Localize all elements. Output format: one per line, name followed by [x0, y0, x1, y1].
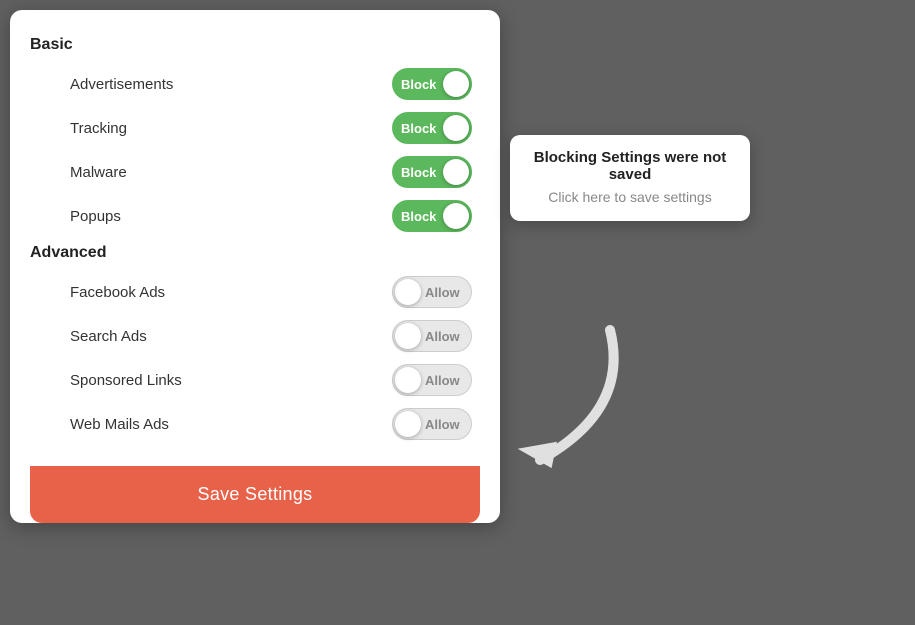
save-settings-button[interactable]: Save Settings: [30, 466, 480, 523]
sponsored-links-toggle-knob: [395, 367, 421, 393]
notification-subtitle: Click here to save settings: [528, 189, 732, 205]
advertisements-label: Advertisements: [70, 76, 173, 93]
advanced-section-title: Advanced: [30, 244, 480, 262]
popups-row: Popups Block: [30, 194, 480, 238]
facebook-ads-toggle[interactable]: Allow: [392, 276, 472, 308]
advertisements-toggle[interactable]: Block: [392, 68, 472, 100]
facebook-ads-label: Facebook Ads: [70, 284, 165, 301]
web-mails-ads-row: Web Mails Ads Allow: [30, 402, 480, 446]
search-ads-row: Search Ads Allow: [30, 314, 480, 358]
settings-panel: Basic Advertisements Block Tracking Bloc…: [10, 10, 500, 523]
search-ads-toggle[interactable]: Allow: [392, 320, 472, 352]
malware-toggle[interactable]: Block: [392, 156, 472, 188]
facebook-ads-toggle-knob: [395, 279, 421, 305]
basic-section-title: Basic: [30, 36, 480, 54]
arrow-container: [470, 290, 670, 490]
malware-toggle-knob: [443, 159, 469, 185]
popups-label: Popups: [70, 208, 121, 225]
search-ads-label: Search Ads: [70, 328, 147, 345]
tracking-row: Tracking Block: [30, 106, 480, 150]
popups-toggle-label: Block: [393, 209, 440, 224]
advertisements-toggle-knob: [443, 71, 469, 97]
popups-toggle-knob: [443, 203, 469, 229]
tracking-toggle-label: Block: [393, 121, 440, 136]
malware-label: Malware: [70, 164, 127, 181]
sponsored-links-label: Sponsored Links: [70, 372, 182, 389]
sponsored-links-toggle[interactable]: Allow: [392, 364, 472, 396]
curved-arrow-icon: [470, 290, 670, 490]
malware-row: Malware Block: [30, 150, 480, 194]
facebook-ads-row: Facebook Ads Allow: [30, 270, 480, 314]
popups-toggle[interactable]: Block: [392, 200, 472, 232]
notification-title: Blocking Settings were not saved: [528, 149, 732, 183]
search-ads-toggle-knob: [395, 323, 421, 349]
advertisements-toggle-label: Block: [393, 77, 440, 92]
advertisements-row: Advertisements Block: [30, 62, 480, 106]
tracking-label: Tracking: [70, 120, 127, 137]
web-mails-ads-toggle-knob: [395, 411, 421, 437]
malware-toggle-label: Block: [393, 165, 440, 180]
web-mails-ads-toggle[interactable]: Allow: [392, 408, 472, 440]
notification-box[interactable]: Blocking Settings were not saved Click h…: [510, 135, 750, 221]
sponsored-links-row: Sponsored Links Allow: [30, 358, 480, 402]
tracking-toggle[interactable]: Block: [392, 112, 472, 144]
tracking-toggle-knob: [443, 115, 469, 141]
web-mails-ads-label: Web Mails Ads: [70, 416, 169, 433]
